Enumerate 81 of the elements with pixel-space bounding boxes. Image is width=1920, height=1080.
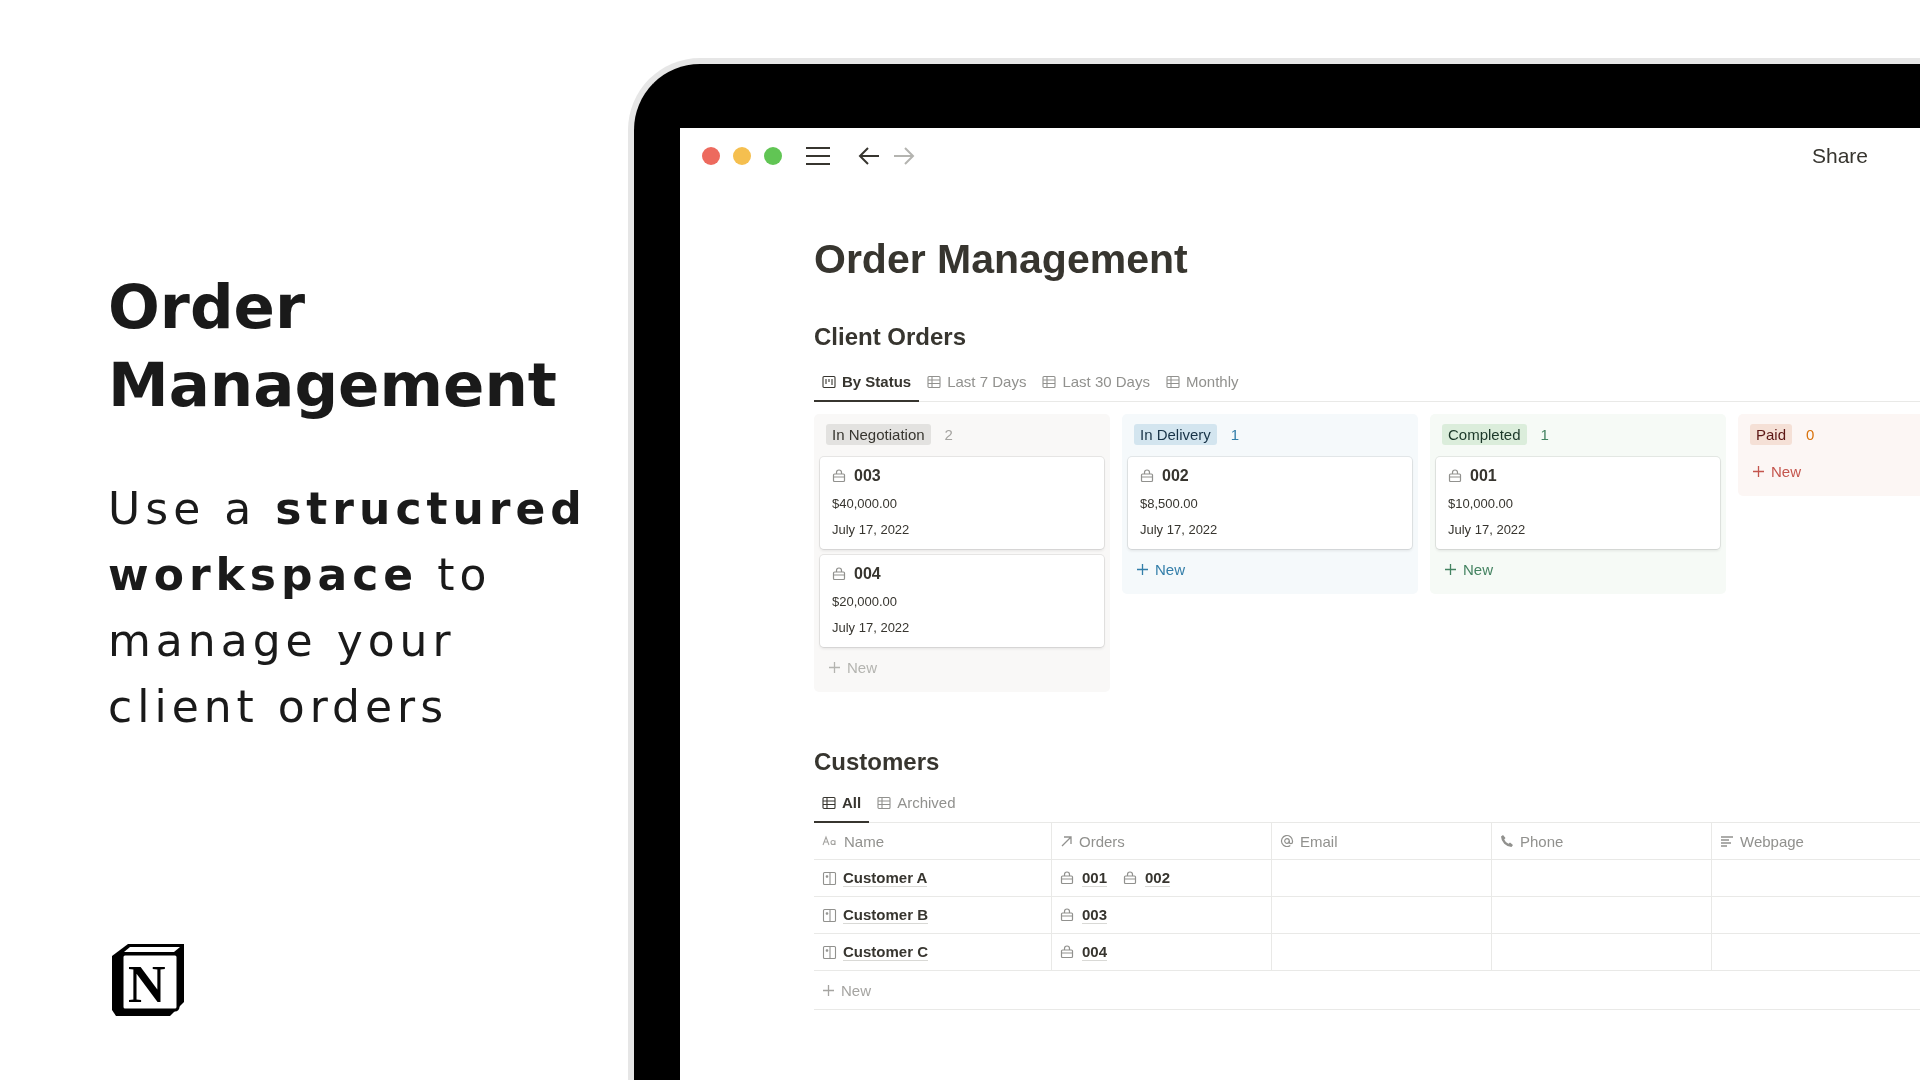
status-tag: Completed <box>1442 424 1527 445</box>
card-amount: $40,000.00 <box>832 496 899 511</box>
page-icon <box>822 944 837 960</box>
order-card[interactable]: 001 $10,000.00 July 17, 2022 <box>1436 457 1720 549</box>
view-tab[interactable]: All <box>814 786 870 823</box>
table-icon <box>927 374 942 389</box>
order-card[interactable]: 003 $40,000.00 July 17, 2022 <box>820 457 1104 549</box>
new-button[interactable]: New <box>1128 555 1412 584</box>
bag-icon <box>1060 871 1074 885</box>
customer-name[interactable]: Customer C <box>843 943 928 961</box>
card-date: July 17, 2022 <box>1448 522 1527 537</box>
card-amount: $10,000.00 <box>1448 496 1515 511</box>
board-icon <box>822 374 836 389</box>
close-button[interactable] <box>702 147 720 165</box>
plus-icon <box>822 983 835 997</box>
promo-subtitle: Use a structured workspace to manage your client orders <box>108 482 588 734</box>
table-icon <box>1165 374 1180 389</box>
order-card[interactable]: 004 $20,000.00 July 17, 2022 <box>820 555 1104 647</box>
column-count: 1 <box>1540 426 1549 443</box>
bag-icon <box>1060 908 1074 922</box>
plus-icon <box>828 661 841 674</box>
table-icon <box>877 795 892 810</box>
bag-icon <box>832 469 846 483</box>
card-date: July 17, 2022 <box>832 620 911 635</box>
status-tag: In Negotiation <box>826 424 931 445</box>
card-title: 002 <box>1162 467 1189 485</box>
order-link[interactable]: 001 <box>1082 869 1108 887</box>
table-icon <box>1042 374 1057 389</box>
card-title: 003 <box>854 467 881 485</box>
table-icon <box>822 795 836 810</box>
order-link[interactable]: 002 <box>1145 869 1171 887</box>
maximize-button[interactable] <box>764 147 782 165</box>
column-header: Email <box>1300 832 1338 850</box>
phone-icon <box>1500 834 1514 848</box>
minimize-button[interactable] <box>733 147 751 165</box>
section-heading: Client Orders <box>814 323 968 351</box>
column-count: 1 <box>1230 426 1240 443</box>
lines-icon <box>1720 835 1734 847</box>
logo-letter: N <box>128 956 166 1014</box>
column-header: Phone <box>1520 832 1564 850</box>
plus-icon <box>1136 563 1149 576</box>
new-button[interactable]: New <box>1744 457 1920 486</box>
bag-icon <box>1060 945 1074 959</box>
text-icon <box>822 835 838 847</box>
at-icon <box>1280 834 1294 848</box>
promo-title: Order Management <box>108 270 558 422</box>
column-header: Name <box>844 832 884 850</box>
card-amount: $8,500.00 <box>1140 496 1199 511</box>
page-icon <box>822 870 837 886</box>
column-header: Webpage <box>1740 832 1804 850</box>
order-link[interactable]: 004 <box>1082 943 1108 961</box>
customer-name[interactable]: Customer B <box>843 906 928 924</box>
card-date: July 17, 2022 <box>832 522 911 537</box>
bag-icon <box>1123 871 1138 885</box>
page-icon <box>822 907 837 923</box>
status-tag: In Delivery <box>1134 424 1217 445</box>
plus-icon <box>1444 563 1457 576</box>
card-date: July 17, 2022 <box>1140 522 1219 537</box>
status-tag: Paid <box>1750 424 1793 445</box>
new-button[interactable]: New <box>1436 555 1720 584</box>
order-link[interactable]: 003 <box>1082 906 1108 924</box>
page-title: Order Management <box>814 236 1189 283</box>
bag-icon <box>1448 469 1462 483</box>
back-icon[interactable] <box>858 146 880 166</box>
section-heading: Customers <box>814 748 941 776</box>
arrow-icon <box>1060 834 1073 848</box>
card-amount: $20,000.00 <box>832 594 899 609</box>
menu-icon[interactable] <box>805 146 831 166</box>
order-card[interactable]: 002 $8,500.00 July 17, 2022 <box>1128 457 1412 549</box>
forward-icon[interactable] <box>893 146 915 166</box>
column-header: Orders <box>1079 832 1125 850</box>
column-count: 2 <box>944 426 953 443</box>
view-tab[interactable]: By Status <box>814 365 920 402</box>
customer-name[interactable]: Customer A <box>843 869 928 887</box>
card-title: 001 <box>1470 467 1497 485</box>
column-count: 0 <box>1806 426 1815 443</box>
bag-icon <box>1140 469 1154 483</box>
bag-icon <box>832 567 846 581</box>
card-title: 004 <box>854 565 881 583</box>
share-button[interactable]: Share <box>1811 144 1868 168</box>
plus-icon <box>1752 465 1765 478</box>
